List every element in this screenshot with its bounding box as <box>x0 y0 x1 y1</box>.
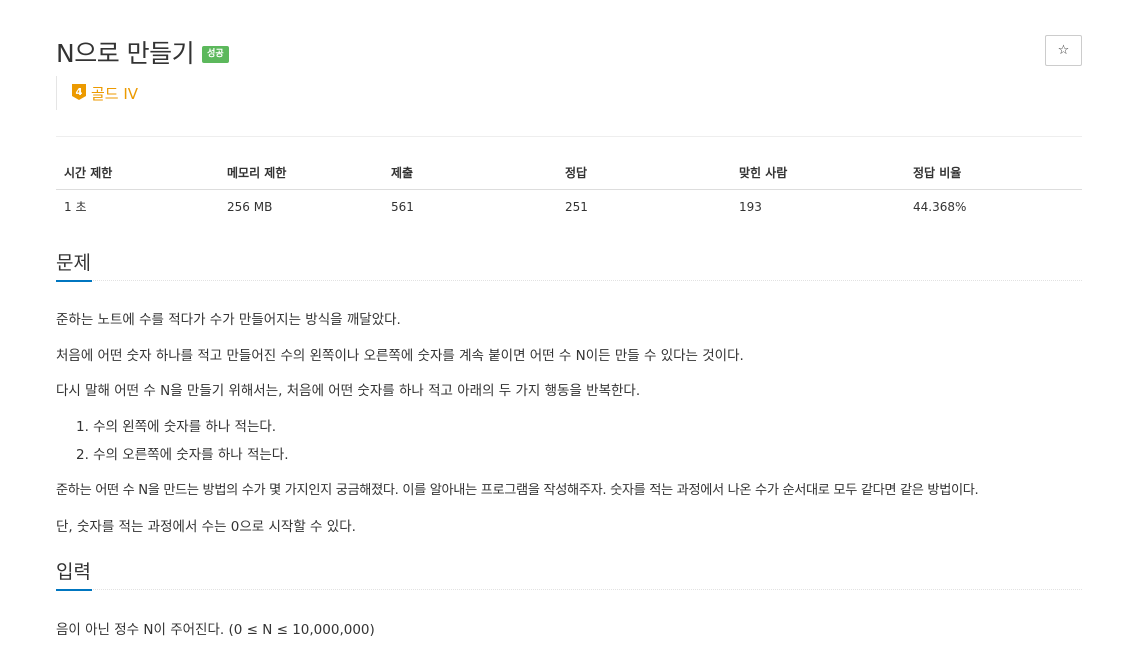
value-memory-limit: 256 MB <box>227 199 273 214</box>
input-section-divider <box>56 589 1082 590</box>
title-row: N으로 만들기 성공 <box>56 34 229 70</box>
header-memory-limit: 메모리 제한 <box>219 156 383 190</box>
header-submissions: 제출 <box>383 156 557 190</box>
header-accepted: 정답 <box>557 156 731 190</box>
info-value-row: 1 초 256 MB 561 251 193 44.368% <box>56 190 1082 224</box>
problem-page: N으로 만들기 성공 ☆ 4 골드 IV 시간 제한 메모리 제한 제출 정답 … <box>0 0 1134 663</box>
input-section-heading: 입력 <box>56 561 91 583</box>
header-accept-ratio: 정답 비율 <box>905 156 1082 190</box>
status-badge: 성공 <box>202 45 229 63</box>
favorite-star-button[interactable]: ☆ <box>1045 35 1082 66</box>
problem-section-accent <box>56 280 92 282</box>
tier-number: 4 <box>76 87 83 98</box>
value-submissions[interactable]: 561 <box>383 190 557 224</box>
description-paragraph-1: 준하는 노트에 수를 적다가 수가 만들어지는 방식을 깨달았다. <box>56 312 401 328</box>
header-solvers: 맞힌 사람 <box>731 156 905 190</box>
description-paragraph-4: 준하는 어떤 수 N을 만드는 방법의 수가 몇 가지인지 궁금해졌다. 이를 … <box>56 483 979 498</box>
problem-title: N으로 만들기 <box>56 39 195 68</box>
tier-gold-icon: 4 <box>72 84 86 100</box>
value-accept-ratio: 44.368% <box>913 199 967 214</box>
description-paragraph-2: 처음에 어떤 숫자 하나를 적고 만들어진 수의 왼쪽이나 오른쪽에 숫자를 계… <box>56 348 744 364</box>
tier-label[interactable]: 골드 IV <box>91 83 138 104</box>
value-accepted[interactable]: 251 <box>557 190 731 224</box>
description-list-item-2: 2. 수의 오른쪽에 숫자를 하나 적는다. <box>76 447 289 463</box>
description-list-item-1: 1. 수의 왼쪽에 숫자를 하나 적는다. <box>76 419 277 435</box>
header-divider <box>56 136 1082 137</box>
info-header-row: 시간 제한 메모리 제한 제출 정답 맞힌 사람 정답 비율 <box>56 156 1082 190</box>
value-time-limit: 1 초 <box>64 200 87 214</box>
description-paragraph-3: 다시 말해 어떤 수 N을 만들기 위해서는, 처음에 어떤 숫자를 하나 적고… <box>56 383 641 399</box>
description-paragraph-5: 단, 숫자를 적는 과정에서 수는 0으로 시작할 수 있다. <box>56 519 356 535</box>
tier-row: 4 골드 IV <box>56 76 138 110</box>
problem-section-heading: 문제 <box>56 252 91 274</box>
star-icon: ☆ <box>1057 43 1070 58</box>
problem-section-divider <box>56 280 1082 281</box>
input-section-accent <box>56 589 92 591</box>
input-description: 음이 아닌 정수 N이 주어진다. (0 ≤ N ≤ 10,000,000) <box>56 622 375 638</box>
problem-info-table: 시간 제한 메모리 제한 제출 정답 맞힌 사람 정답 비율 1 초 256 M… <box>56 156 1082 223</box>
value-solvers[interactable]: 193 <box>731 190 905 224</box>
header-time-limit: 시간 제한 <box>56 156 219 190</box>
